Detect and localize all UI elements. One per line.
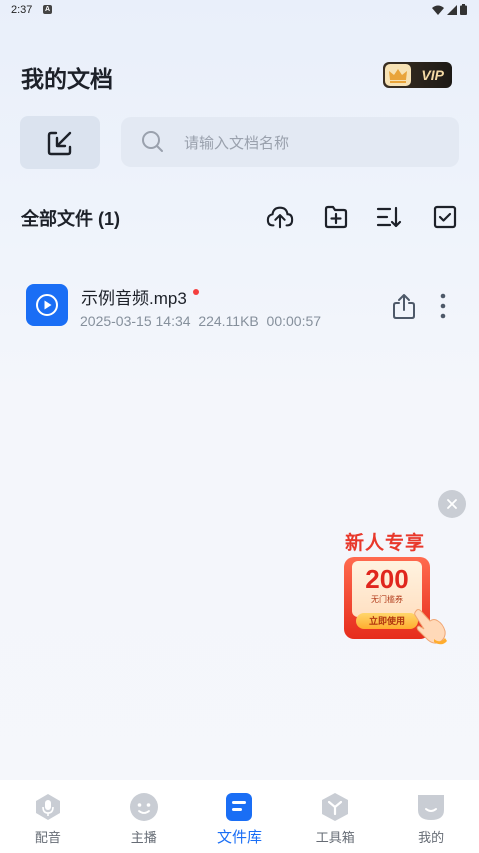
file-name: 示例音频.mp3 xyxy=(81,284,199,309)
select-all-button[interactable] xyxy=(431,203,459,231)
tab-toolbox[interactable]: 工具箱 xyxy=(287,780,383,853)
tab-label: 我的 xyxy=(418,830,445,845)
file-meta: 2025-03-15 14:34 224.11KB 00:00:57 xyxy=(80,313,322,329)
anchor-icon xyxy=(129,792,159,822)
audio-file-icon xyxy=(26,284,68,326)
wifi-icon xyxy=(432,5,444,15)
new-folder-icon xyxy=(324,205,348,229)
play-icon xyxy=(36,294,58,316)
promo-title: 新人专享 xyxy=(345,533,426,554)
signal-icon xyxy=(447,4,457,15)
status-time: 2:37 xyxy=(11,4,33,16)
tab-file-library[interactable]: 文件库 xyxy=(192,780,288,853)
cloud-upload-icon xyxy=(266,206,294,229)
search-icon xyxy=(142,131,163,152)
tab-label: 主播 xyxy=(130,830,157,845)
section-title: 全部文件 (1) xyxy=(21,209,120,229)
notification-icon: A xyxy=(43,5,52,14)
new-user-promo[interactable]: 新人专享 200 无门槛券 立即使用 xyxy=(340,525,450,655)
promo-use-button[interactable]: 立即使用 xyxy=(356,613,418,629)
sort-icon xyxy=(376,206,402,228)
tab-label: 工具箱 xyxy=(315,830,355,845)
crown-icon xyxy=(385,64,411,86)
profile-icon xyxy=(416,792,446,822)
checkbox-icon xyxy=(433,205,457,229)
vip-label: VIP xyxy=(421,67,444,83)
toolbox-icon xyxy=(320,792,350,822)
unread-dot xyxy=(192,289,199,295)
tab-label: 配音 xyxy=(34,830,61,845)
tab-dubbing[interactable]: 配音 xyxy=(0,780,96,853)
close-icon xyxy=(447,499,457,509)
vip-button[interactable]: VIP xyxy=(383,62,452,88)
cloud-upload-button[interactable] xyxy=(266,203,294,231)
tab-profile[interactable]: 我的 xyxy=(383,780,479,853)
promo-close-button[interactable] xyxy=(438,490,466,518)
promo-amount: 200 xyxy=(365,564,409,594)
share-icon[interactable] xyxy=(391,292,417,320)
sort-button[interactable] xyxy=(375,203,403,231)
page-title: 我的文档 xyxy=(21,66,113,92)
pointing-hand-icon xyxy=(414,609,447,645)
file-name-text: 示例音频.mp3 xyxy=(81,289,187,308)
search-input[interactable]: 请输入文档名称 xyxy=(121,117,459,167)
file-library-icon xyxy=(224,792,254,822)
file-list-item[interactable]: 示例音频.mp3 2025-03-15 14:34 224.11KB 00:00… xyxy=(0,272,479,340)
tab-anchor[interactable]: 主播 xyxy=(96,780,192,853)
more-icon[interactable] xyxy=(436,292,450,320)
dubbing-icon xyxy=(33,792,63,822)
status-icons xyxy=(432,4,467,15)
battery-icon xyxy=(460,4,467,15)
import-icon xyxy=(47,131,72,155)
import-button[interactable] xyxy=(20,116,100,169)
search-placeholder: 请输入文档名称 xyxy=(184,134,290,152)
promo-subtitle: 无门槛券 xyxy=(371,595,403,604)
new-folder-button[interactable] xyxy=(322,203,350,231)
tab-label: 文件库 xyxy=(216,829,262,846)
bottom-tab-bar: 配音 主播 文件库 工具箱 我的 xyxy=(0,780,479,853)
status-bar: 2:37 A xyxy=(0,0,479,20)
